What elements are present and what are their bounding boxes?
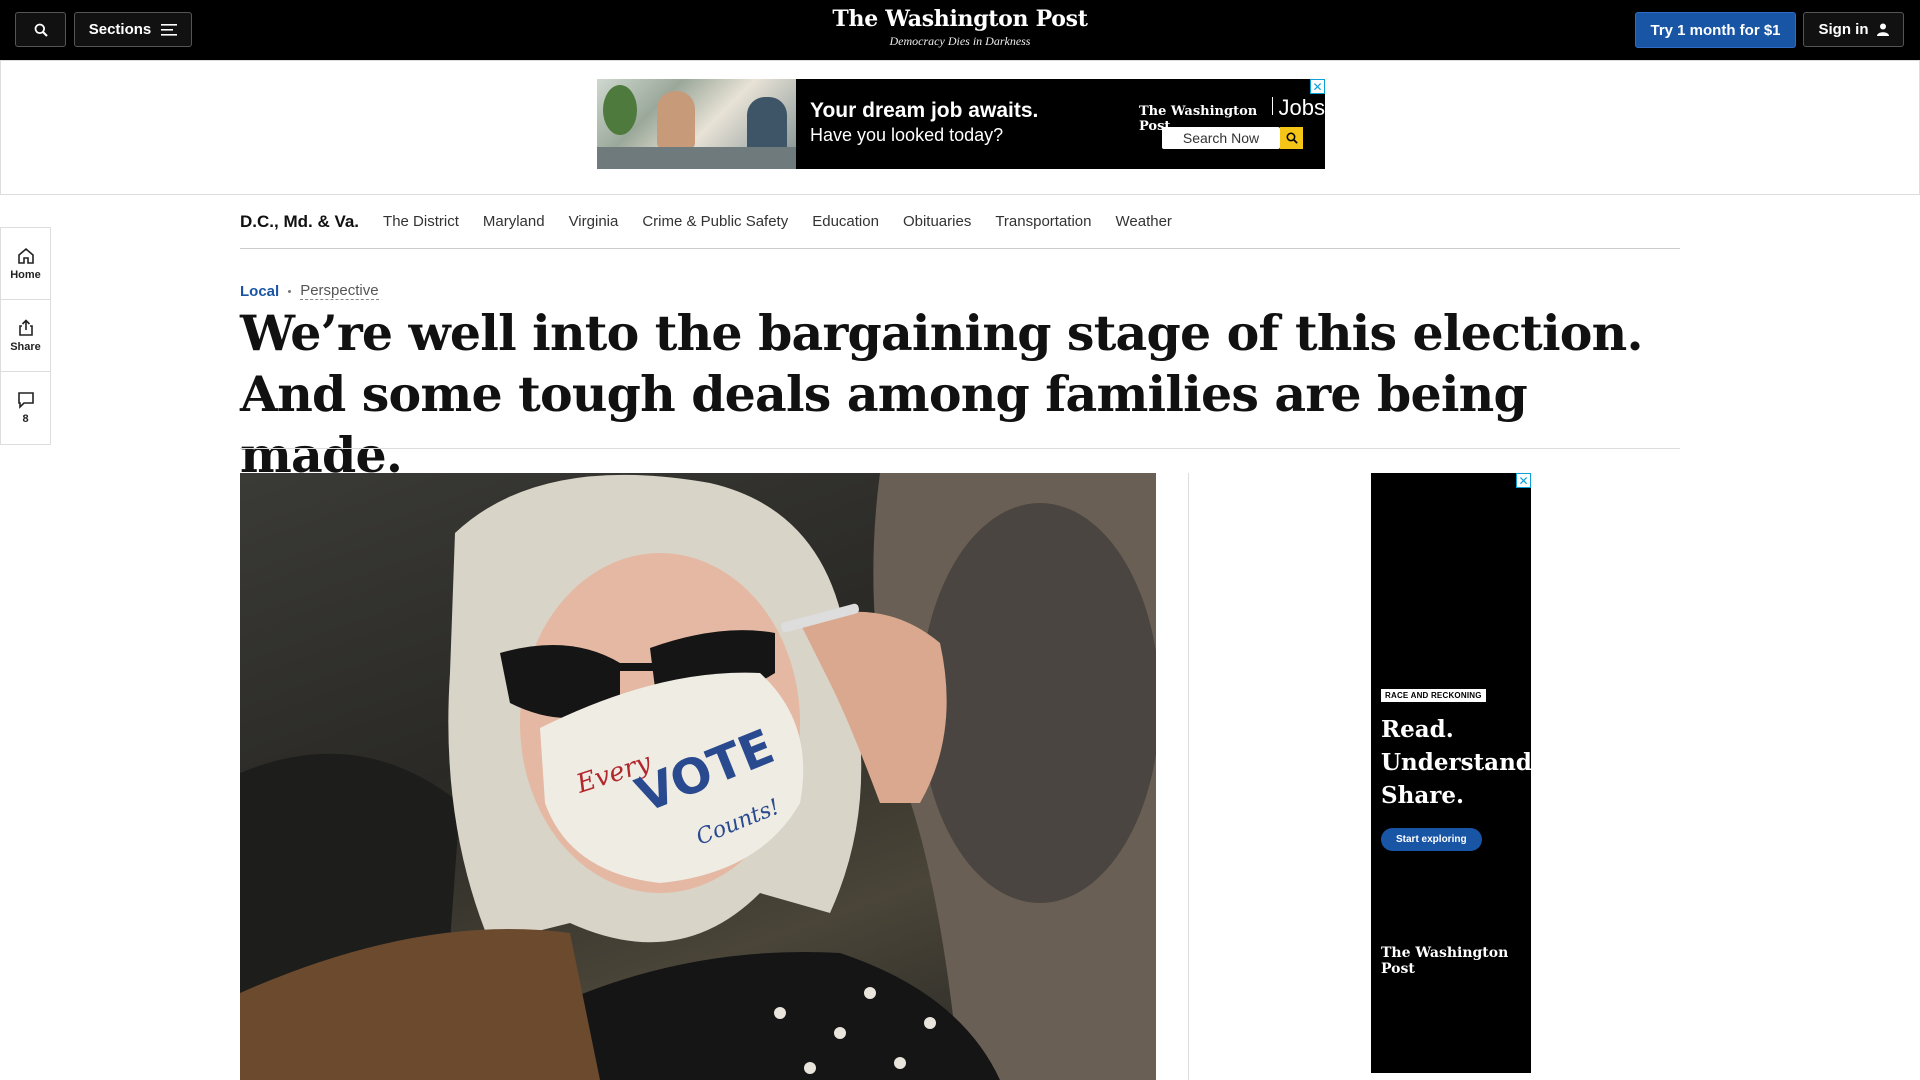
article-kicker: Local Perspective bbox=[240, 282, 379, 300]
home-icon bbox=[17, 247, 34, 264]
ad-close-icon[interactable]: ✕ bbox=[1310, 79, 1325, 94]
site-logo[interactable]: The Washington Post bbox=[0, 6, 1920, 32]
rail-comments-button[interactable]: 8 bbox=[1, 372, 50, 444]
nav-item-crime[interactable]: Crime & Public Safety bbox=[642, 213, 788, 230]
comment-icon bbox=[17, 392, 34, 409]
article-label[interactable]: Perspective bbox=[300, 282, 379, 300]
column-divider bbox=[1188, 473, 1189, 1080]
nav-item-obituaries[interactable]: Obituaries bbox=[903, 213, 971, 230]
nav-item-maryland[interactable]: Maryland bbox=[483, 213, 545, 230]
subscribe-button[interactable]: Try 1 month for $1 bbox=[1635, 12, 1796, 48]
ad-search-button[interactable] bbox=[1280, 127, 1303, 149]
sidebar-ad[interactable]: RACE AND RECKONING Read. Understand. Sha… bbox=[1371, 473, 1540, 1073]
masthead[interactable]: The Washington Post Democracy Dies in Da… bbox=[0, 6, 1920, 49]
rail-comments-count: 8 bbox=[22, 413, 29, 425]
article-lead-photo[interactable]: Every VOTE Counts! bbox=[240, 473, 1156, 1080]
user-icon bbox=[1876, 23, 1889, 36]
rail-share-label: Share bbox=[10, 340, 41, 353]
rail-home-button[interactable]: Home bbox=[1, 228, 50, 300]
jobs-banner-ad[interactable]: Your dream job awaits. Have you looked t… bbox=[597, 79, 1325, 169]
search-icon bbox=[1286, 132, 1298, 144]
left-rail: Home Share 8 bbox=[0, 227, 51, 445]
top-ad-slot: Your dream job awaits. Have you looked t… bbox=[0, 60, 1920, 195]
ad-search-field[interactable]: Search Now bbox=[1162, 127, 1280, 149]
rail-home-label: Home bbox=[10, 268, 41, 281]
sign-in-button[interactable]: Sign in bbox=[1803, 12, 1904, 47]
ad-photo bbox=[597, 79, 796, 169]
site-tagline: Democracy Dies in Darkness bbox=[889, 34, 1031, 48]
side-ad-brand-logo: The Washington Post bbox=[1381, 945, 1509, 977]
nav-item-education[interactable]: Education bbox=[812, 213, 879, 230]
nav-item-virginia[interactable]: Virginia bbox=[569, 213, 619, 230]
side-ad-tag: RACE AND RECKONING bbox=[1381, 689, 1486, 702]
share-icon bbox=[18, 318, 33, 336]
nav-item-transportation[interactable]: Transportation bbox=[995, 213, 1091, 230]
side-ad-close-icon[interactable]: ✕ bbox=[1516, 473, 1531, 488]
article-headline: We’re well into the bargaining stage of … bbox=[240, 304, 1644, 484]
nav-item-weather[interactable]: Weather bbox=[1116, 213, 1172, 230]
section-nav: D.C., Md. & Va. The District Maryland Vi… bbox=[240, 195, 1680, 249]
rail-share-button[interactable]: Share bbox=[1, 300, 50, 372]
side-ad-cta-button[interactable]: Start exploring bbox=[1381, 828, 1482, 851]
section-home-link[interactable]: D.C., Md. & Va. bbox=[240, 212, 359, 232]
side-ad-line-1: Read. bbox=[1381, 716, 1454, 743]
sign-in-label: Sign in bbox=[1818, 21, 1869, 38]
ad-headline: Your dream job awaits. bbox=[810, 99, 1039, 122]
ad-brand-product: Jobs bbox=[1278, 95, 1325, 120]
nav-item-district[interactable]: The District bbox=[383, 213, 459, 230]
ad-subline: Have you looked today? bbox=[810, 125, 1004, 145]
photo-illustration: Every VOTE Counts! bbox=[240, 473, 1156, 1080]
side-ad-line-2: Understand. bbox=[1381, 749, 1540, 776]
kicker-separator bbox=[288, 289, 292, 293]
headline-divider bbox=[240, 448, 1680, 449]
side-ad-headline: Read. Understand. Share. bbox=[1381, 713, 1540, 812]
top-bar: Sections The Washington Post Democracy D… bbox=[0, 0, 1920, 60]
article-section-link[interactable]: Local bbox=[240, 283, 279, 300]
side-ad-line-3: Share. bbox=[1381, 782, 1464, 809]
